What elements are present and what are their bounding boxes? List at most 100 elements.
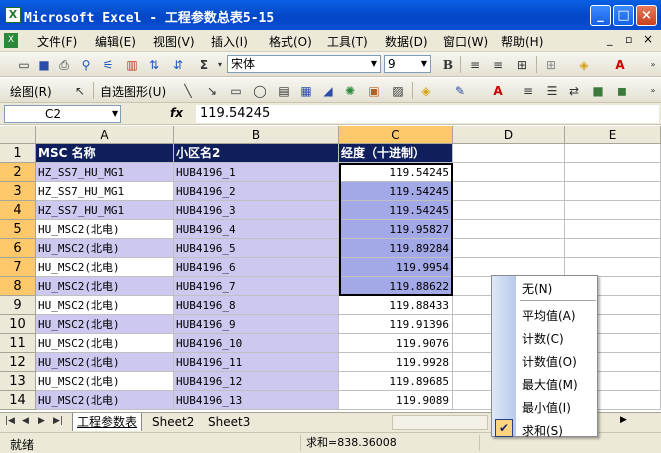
- header-cell-msc[interactable]: MSC 名称: [36, 144, 174, 163]
- menu-help[interactable]: 帮助(H): [501, 33, 543, 50]
- table-cell-cell-name[interactable]: HUB4196_7: [174, 277, 339, 296]
- fill-color-icon[interactable]: ◈: [576, 57, 592, 73]
- menu-window[interactable]: 窗口(W): [443, 33, 488, 50]
- row-header[interactable]: 12: [0, 353, 36, 372]
- header-cell-longitude[interactable]: 经度（十进制）: [339, 144, 453, 163]
- clipart-icon[interactable]: ▣: [366, 83, 382, 99]
- menu-item-average[interactable]: 平均值(A): [522, 307, 576, 324]
- doc-close-icon[interactable]: ×: [643, 32, 653, 46]
- table-cell-msc[interactable]: HU_MSC2(北电): [36, 391, 174, 410]
- table-cell-longitude[interactable]: 119.9089: [339, 391, 453, 410]
- row-header[interactable]: 1: [0, 144, 36, 163]
- table-cell-cell-name[interactable]: HUB4196_2: [174, 182, 339, 201]
- table-cell-cell-name[interactable]: HUB4196_8: [174, 296, 339, 315]
- table-cell-msc[interactable]: HZ_SS7_HU_MG1: [36, 201, 174, 220]
- table-cell-longitude[interactable]: 119.54245: [339, 201, 453, 220]
- table-cell-msc[interactable]: HZ_SS7_HU_MG1: [36, 163, 174, 182]
- first-sheet-icon[interactable]: |◀: [5, 416, 15, 426]
- line-color-icon[interactable]: ✎: [452, 83, 468, 99]
- sheet-tab[interactable]: Sheet3: [208, 413, 250, 431]
- empty-cell[interactable]: [565, 201, 661, 220]
- menu-edit[interactable]: 编辑(E): [95, 33, 136, 50]
- chart-icon[interactable]: ▥: [124, 57, 140, 73]
- empty-cell[interactable]: [565, 182, 661, 201]
- row-header[interactable]: 7: [0, 258, 36, 277]
- 3d-icon[interactable]: ◼: [614, 83, 630, 99]
- table-cell-longitude[interactable]: 119.9928: [339, 353, 453, 372]
- sheet-tab[interactable]: Sheet2: [152, 413, 194, 431]
- minimize-button[interactable]: _: [590, 5, 611, 26]
- row-header[interactable]: 11: [0, 334, 36, 353]
- doc-minimize-icon[interactable]: _: [607, 33, 613, 46]
- merge-center-icon[interactable]: ⊞: [514, 57, 530, 73]
- table-cell-cell-name[interactable]: HUB4196_9: [174, 315, 339, 334]
- shape-font-color-icon[interactable]: A: [490, 83, 506, 99]
- save-icon[interactable]: ■: [36, 57, 52, 73]
- line-icon[interactable]: ╲: [180, 83, 196, 99]
- autosum-icon[interactable]: Σ: [196, 57, 212, 73]
- menu-file[interactable]: 文件(F): [37, 33, 77, 50]
- table-cell-longitude[interactable]: 119.88622: [339, 277, 453, 296]
- empty-cell[interactable]: [565, 163, 661, 182]
- sort-desc-icon[interactable]: ⇵: [170, 57, 186, 73]
- row-header[interactable]: 6: [0, 239, 36, 258]
- sort-asc-icon[interactable]: ⇅: [146, 57, 162, 73]
- format-painter-icon[interactable]: ⚲: [78, 57, 94, 73]
- empty-cell[interactable]: [453, 201, 565, 220]
- textbox-icon[interactable]: ▤: [276, 83, 292, 99]
- table-cell-longitude[interactable]: 119.54245: [339, 163, 453, 182]
- row-header[interactable]: 13: [0, 372, 36, 391]
- chevron-down-icon[interactable]: ▼: [368, 56, 380, 72]
- chevron-down-icon[interactable]: ▼: [112, 109, 118, 118]
- maximize-button[interactable]: □: [613, 5, 634, 26]
- column-header-c[interactable]: C: [339, 126, 453, 144]
- table-cell-msc[interactable]: HU_MSC2(北电): [36, 334, 174, 353]
- align-left-icon[interactable]: ≡: [467, 57, 483, 73]
- table-cell-longitude[interactable]: 119.54245: [339, 182, 453, 201]
- prev-sheet-icon[interactable]: ◀: [22, 416, 29, 426]
- empty-cell[interactable]: [453, 239, 565, 258]
- table-cell-msc[interactable]: HU_MSC2(北电): [36, 315, 174, 334]
- menu-insert[interactable]: 插入(I): [211, 33, 248, 50]
- menu-tools[interactable]: 工具(T): [327, 33, 368, 50]
- table-cell-cell-name[interactable]: HUB4196_4: [174, 220, 339, 239]
- header-cell-cell-name[interactable]: 小区名2: [174, 144, 339, 163]
- align-center-icon[interactable]: ≡: [490, 57, 506, 73]
- table-cell-msc[interactable]: HU_MSC2(北电): [36, 372, 174, 391]
- new-icon[interactable]: ▭: [16, 57, 32, 73]
- font-name-select[interactable]: 宋体 ▼: [227, 55, 381, 73]
- status-sum[interactable]: 求和=838.36008: [300, 435, 480, 451]
- row-header[interactable]: 10: [0, 315, 36, 334]
- empty-cell[interactable]: [453, 144, 565, 163]
- menu-item-none[interactable]: 无(N): [522, 280, 552, 297]
- vertical-textbox-icon[interactable]: ▦: [298, 83, 314, 99]
- empty-cell[interactable]: [453, 220, 565, 239]
- draw-menu[interactable]: 绘图(R): [10, 83, 52, 100]
- row-header[interactable]: 2: [0, 163, 36, 182]
- row-header[interactable]: 9: [0, 296, 36, 315]
- shape-fill-icon[interactable]: ◈: [418, 83, 434, 99]
- empty-cell[interactable]: [565, 220, 661, 239]
- table-cell-msc[interactable]: HU_MSC2(北电): [36, 277, 174, 296]
- table-cell-cell-name[interactable]: HUB4196_6: [174, 258, 339, 277]
- workbook-icon[interactable]: X: [4, 33, 18, 48]
- column-header-a[interactable]: A: [36, 126, 174, 144]
- row-header[interactable]: 5: [0, 220, 36, 239]
- menu-item-max[interactable]: 最大值(M): [522, 376, 578, 393]
- table-cell-longitude[interactable]: 119.91396: [339, 315, 453, 334]
- menu-item-count-nums[interactable]: 计数值(O): [522, 353, 577, 370]
- menu-item-sum[interactable]: 求和(S): [522, 422, 563, 439]
- arrow-style-icon[interactable]: ⇄: [566, 83, 582, 99]
- name-box[interactable]: C2: [4, 105, 121, 123]
- close-button[interactable]: ×: [636, 5, 657, 26]
- borders-icon[interactable]: ⊞: [543, 57, 559, 73]
- paste-icon[interactable]: ⚟: [100, 57, 116, 73]
- empty-cell[interactable]: [453, 182, 565, 201]
- doc-restore-icon[interactable]: ▫: [625, 33, 632, 46]
- select-all-corner[interactable]: [0, 126, 36, 144]
- table-cell-longitude[interactable]: 119.9076: [339, 334, 453, 353]
- toolbar-options-icon[interactable]: »: [645, 83, 661, 99]
- row-header[interactable]: 14: [0, 391, 36, 410]
- shadow-icon[interactable]: ■: [590, 83, 606, 99]
- table-cell-cell-name[interactable]: HUB4196_11: [174, 353, 339, 372]
